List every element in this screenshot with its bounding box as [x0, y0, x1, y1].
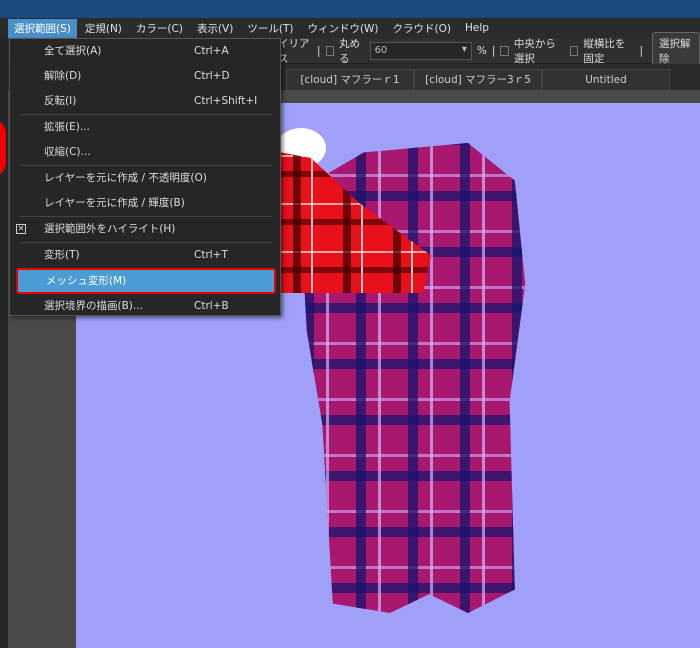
fix-ratio-checkbox[interactable] [569, 45, 579, 56]
label: 全て選択(A) [44, 45, 102, 57]
shortcut: Ctrl+D [194, 70, 230, 82]
menu-item-shrink[interactable]: 収縮(C)... [10, 140, 280, 165]
select-menu-dropdown: 全て選択(A) Ctrl+A 解除(D) Ctrl+D 反転(I) Ctrl+Shif… [9, 38, 281, 316]
menu-cloud[interactable]: クラウド(O) [387, 19, 457, 38]
title-bar [0, 0, 700, 18]
round-checkbox[interactable] [325, 45, 335, 56]
label: メッシュ変形(M) [46, 275, 127, 287]
menu-color[interactable]: カラー(C) [130, 19, 189, 38]
menu-ruler[interactable]: 定規(N) [79, 19, 128, 38]
menu-item-from-layer-luminance[interactable]: レイヤーを元に作成 / 輝度(B) [10, 191, 280, 216]
shortcut: Ctrl+A [194, 45, 229, 57]
menu-item-transform[interactable]: 変形(T) Ctrl+T [10, 243, 280, 268]
label: レイヤーを元に作成 / 不透明度(O) [44, 172, 207, 184]
label: 変形(T) [44, 249, 80, 261]
menu-item-from-layer-opacity[interactable]: レイヤーを元に作成 / 不透明度(O) [10, 166, 280, 191]
shortcut: Ctrl+T [194, 249, 228, 261]
from-center-checkbox[interactable] [500, 45, 509, 56]
label: 選択範囲外をハイライト(H) [44, 223, 176, 235]
menu-item-deselect[interactable]: 解除(D) Ctrl+D [10, 64, 280, 89]
label: 選択境界の描画(B)... [44, 300, 143, 312]
label: 解除(D) [44, 70, 82, 82]
label: レイヤーを元に作成 / 輝度(B) [44, 197, 185, 209]
percent-label: % [476, 44, 487, 57]
menu-item-select-all[interactable]: 全て選択(A) Ctrl+A [10, 39, 280, 64]
checked-icon: ✕ [16, 224, 26, 234]
round-value-combo[interactable]: 60 [369, 41, 472, 60]
shortcut: Ctrl+B [194, 300, 229, 312]
menu-select[interactable]: 選択範囲(S) [8, 18, 77, 38]
fix-ratio-label: 縦横比を固定 [583, 37, 626, 65]
menu-item-stroke-selection[interactable]: 選択境界の描画(B)... Ctrl+B [10, 294, 280, 319]
menu-help[interactable]: Help [459, 20, 495, 36]
tab-muffler-r1[interactable]: [cloud] マフラーｒ1 [286, 69, 414, 90]
round-label: 丸める [339, 37, 361, 65]
tab-muffler3-r5[interactable]: [cloud] マフラー3ｒ5 [414, 69, 542, 90]
label: 拡張(E)... [44, 121, 90, 133]
label: 収縮(C)... [44, 146, 91, 158]
label: 反転(I) [44, 95, 77, 107]
shortcut: Ctrl+Shift+I [194, 95, 258, 107]
tab-untitled[interactable]: Untitled [542, 69, 670, 90]
menu-view[interactable]: 表示(V) [191, 19, 239, 38]
menu-item-highlight-outside[interactable]: ✕ 選択範囲外をハイライト(H) [10, 217, 280, 242]
antialias-label: イリアス [278, 37, 310, 65]
menu-item-invert[interactable]: 反転(I) Ctrl+Shift+I [10, 89, 280, 114]
menu-item-expand[interactable]: 拡張(E)... [10, 115, 280, 140]
from-center-label: 中央から選択 [513, 37, 556, 65]
menu-item-mesh-transform[interactable]: メッシュ変形(M) [16, 268, 276, 294]
